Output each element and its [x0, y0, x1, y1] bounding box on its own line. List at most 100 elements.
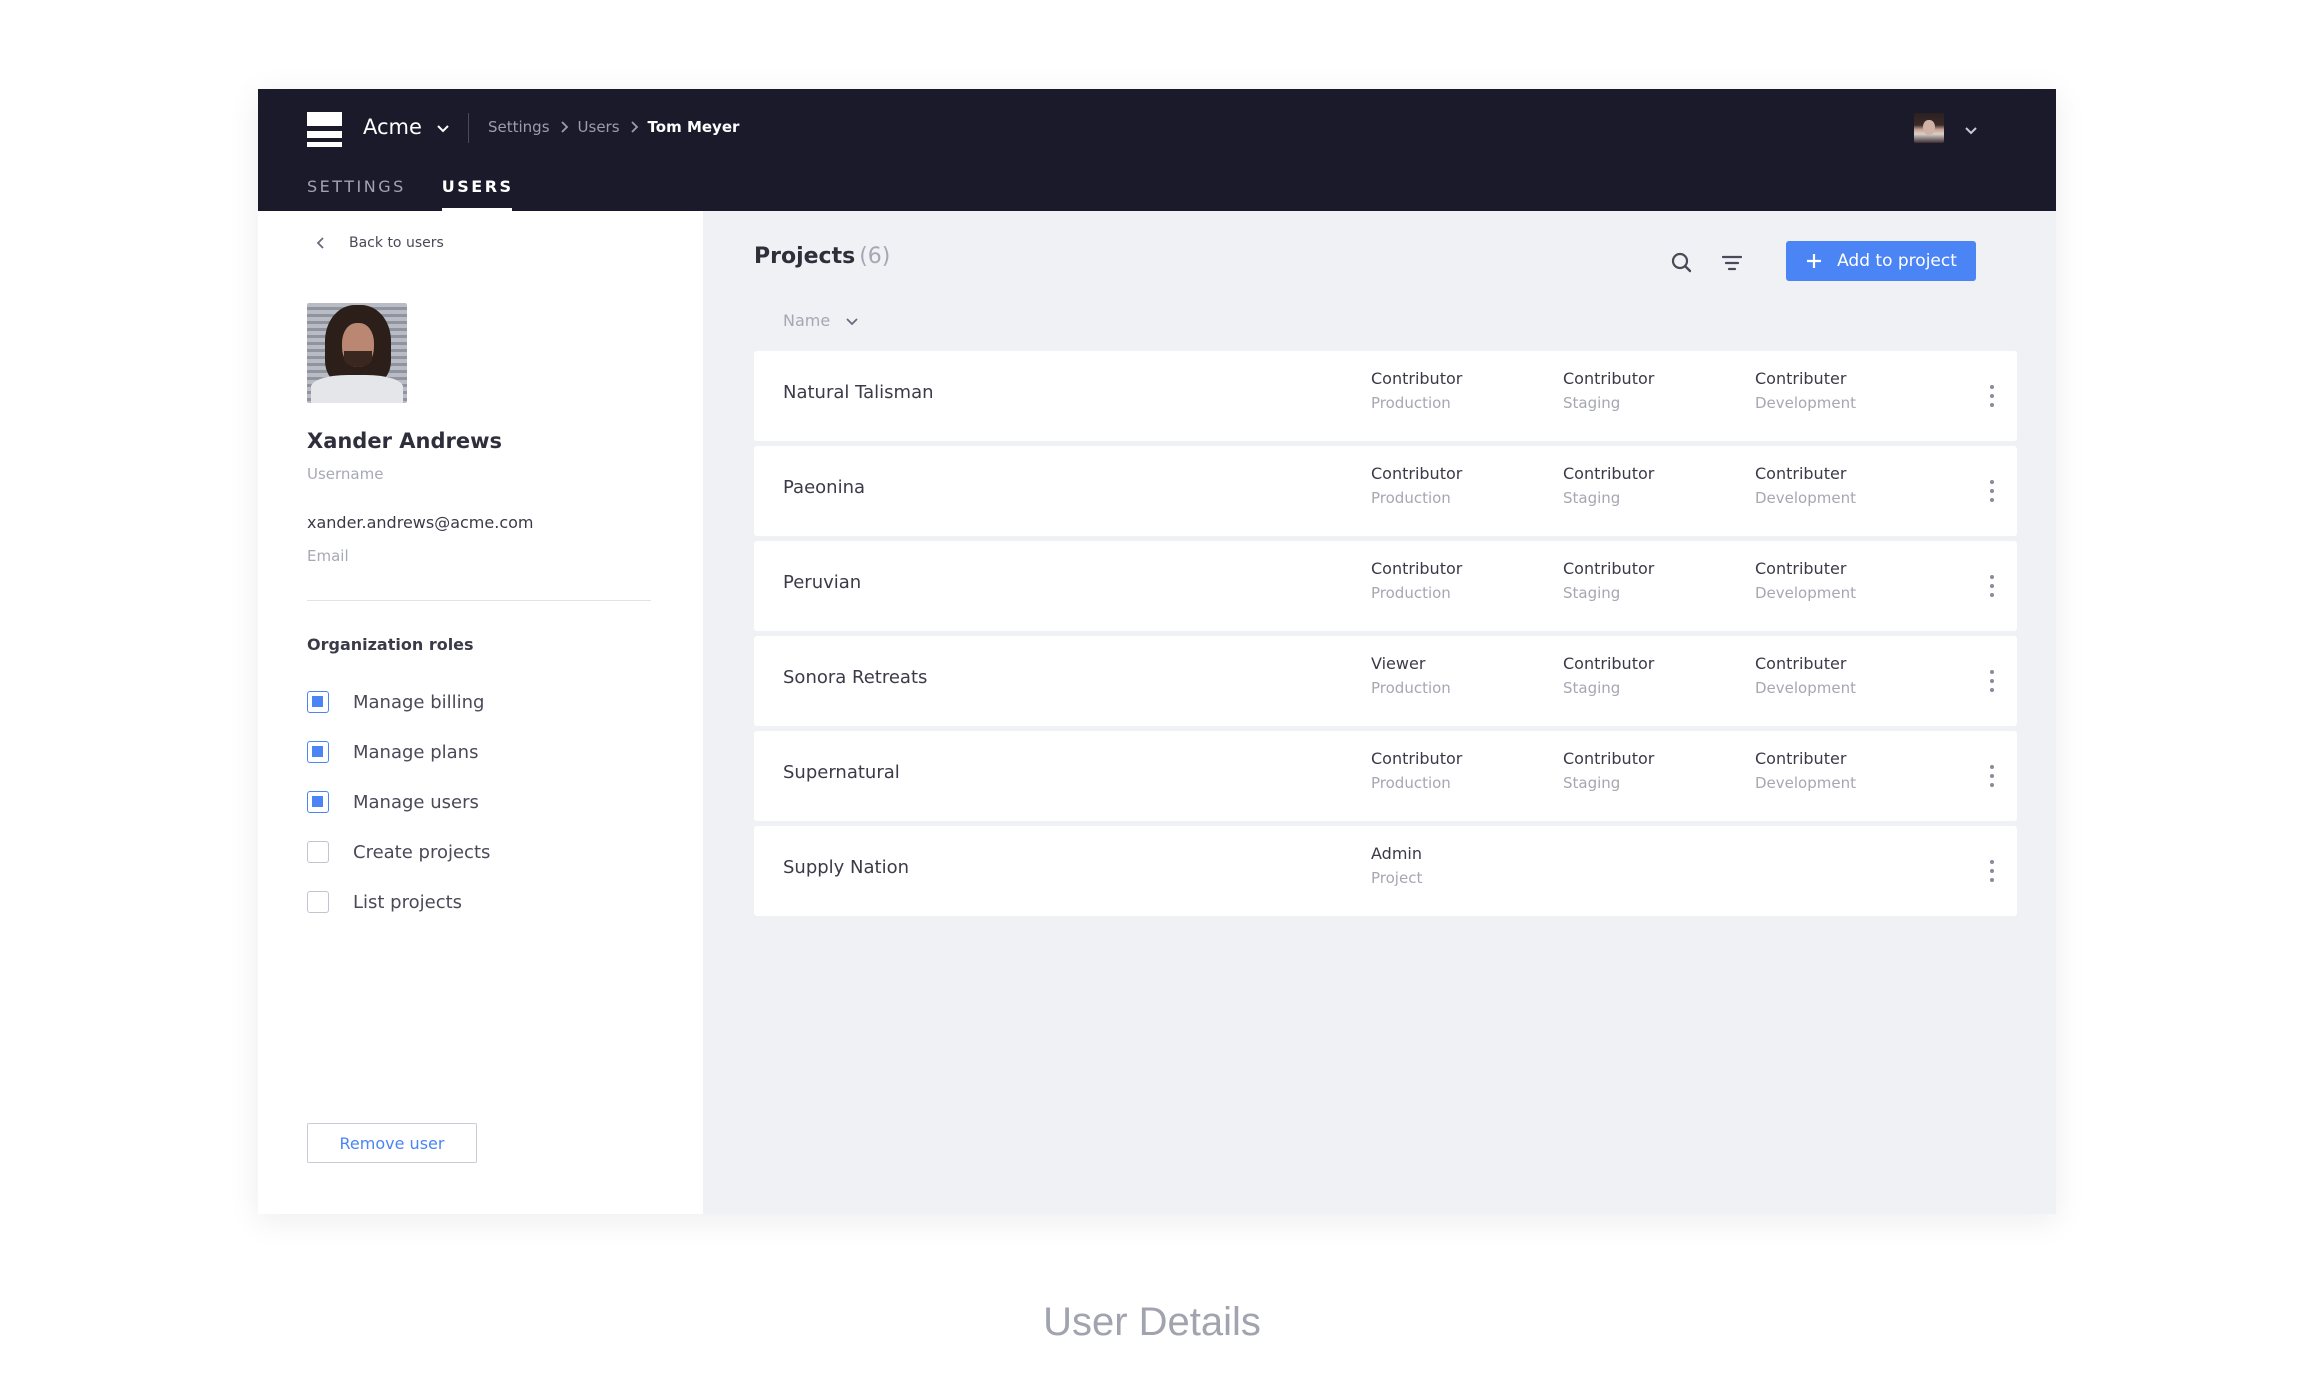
- role-env: Project: [1371, 869, 1423, 887]
- project-name[interactable]: Supply Nation: [783, 857, 909, 878]
- project-name[interactable]: Paeonina: [783, 477, 865, 498]
- project-row[interactable]: Supernatural Contributor Production Contr…: [754, 731, 2017, 821]
- project-name[interactable]: Supernatural: [783, 762, 900, 783]
- remove-user-button[interactable]: Remove user: [307, 1123, 477, 1163]
- role-env: Staging: [1563, 584, 1621, 602]
- role-development: Contributer Development: [1755, 749, 1856, 792]
- page-caption: User Details: [1043, 1300, 1261, 1344]
- role-label: Manage plans: [353, 741, 479, 763]
- role-development: Contributer Development: [1755, 654, 1856, 697]
- project-row[interactable]: Paeonina Contributor Production Contribut…: [754, 446, 2017, 536]
- chevron-down-icon[interactable]: [434, 119, 452, 137]
- role-name: Contributer: [1755, 369, 1847, 388]
- search-icon[interactable]: [1669, 250, 1695, 276]
- projects-count: (6): [859, 244, 891, 269]
- sort-by-name[interactable]: Name: [783, 311, 860, 330]
- add-to-project-label: Add to project: [1837, 251, 1957, 271]
- more-options-icon[interactable]: [1984, 857, 2000, 885]
- nav-tabs: SETTINGS USERS: [307, 177, 550, 211]
- role-env: Production: [1371, 394, 1451, 412]
- project-row[interactable]: Natural Talisman Contributor Production C…: [754, 351, 2017, 441]
- checkbox-checked[interactable]: [307, 691, 329, 713]
- role-name: Contributor: [1563, 654, 1655, 673]
- role-manage-billing[interactable]: Manage billing: [307, 677, 490, 727]
- checkbox-unchecked[interactable]: [307, 891, 329, 913]
- more-options-icon[interactable]: [1984, 477, 2000, 505]
- role-production: Contributor Production: [1371, 464, 1462, 507]
- app-window: Acme Settings Users Tom Meyer SETTINGS U…: [258, 89, 2056, 1214]
- filter-icon[interactable]: [1719, 250, 1745, 276]
- username-label: Username: [307, 465, 384, 483]
- role-env: Development: [1755, 679, 1856, 697]
- checkbox-checked[interactable]: [307, 741, 329, 763]
- role-label: Manage users: [353, 791, 479, 813]
- account-avatar[interactable]: [1914, 113, 1944, 143]
- roles-list: Manage billing Manage plans Manage users…: [307, 677, 490, 927]
- user-name: Xander Andrews: [307, 429, 502, 453]
- role-env: Staging: [1563, 679, 1621, 697]
- project-name[interactable]: Peruvian: [783, 572, 861, 593]
- more-options-icon[interactable]: [1984, 667, 2000, 695]
- role-list-projects[interactable]: List projects: [307, 877, 490, 927]
- role-name: Contributer: [1755, 464, 1847, 483]
- role-production: Contributor Production: [1371, 749, 1462, 792]
- role-name: Viewer: [1371, 654, 1426, 673]
- role-name: Contributor: [1563, 559, 1655, 578]
- role-label: Create projects: [353, 841, 491, 863]
- checkbox-checked[interactable]: [307, 791, 329, 813]
- role-env: Development: [1755, 774, 1856, 792]
- projects-list: Natural Talisman Contributor Production C…: [754, 351, 2017, 921]
- role-staging: Contributor Staging: [1563, 749, 1654, 792]
- more-options-icon[interactable]: [1984, 762, 2000, 790]
- back-to-users-link[interactable]: Back to users: [313, 235, 444, 251]
- chevron-right-icon: [560, 121, 568, 133]
- back-link-label: Back to users: [349, 235, 444, 251]
- role-env: Staging: [1563, 394, 1621, 412]
- more-options-icon[interactable]: [1984, 572, 2000, 600]
- role-name: Contributor: [1563, 464, 1655, 483]
- role-production: Viewer Production: [1371, 654, 1451, 697]
- breadcrumb-settings[interactable]: Settings: [488, 118, 550, 136]
- header-divider: [468, 113, 469, 143]
- chevron-left-icon: [316, 237, 324, 249]
- project-row[interactable]: Supply Nation Admin Project: [754, 826, 2017, 916]
- app-logo-icon[interactable]: [307, 112, 342, 147]
- role-name: Contributor: [1371, 749, 1463, 768]
- role-name: Contributor: [1371, 559, 1463, 578]
- breadcrumb-users[interactable]: Users: [578, 118, 620, 136]
- role-env: Staging: [1563, 774, 1621, 792]
- project-name[interactable]: Sonora Retreats: [783, 667, 927, 688]
- role-name: Contributor: [1563, 369, 1655, 388]
- org-name[interactable]: Acme: [363, 115, 422, 139]
- role-env: Production: [1371, 774, 1451, 792]
- role-name: Admin: [1371, 844, 1422, 863]
- project-name[interactable]: Natural Talisman: [783, 382, 934, 403]
- tab-settings[interactable]: SETTINGS: [307, 177, 406, 208]
- projects-section: Projects (6) Add to project Name Natural …: [703, 211, 2056, 1214]
- sort-label: Name: [783, 311, 831, 330]
- user-email: xander.andrews@acme.com: [307, 513, 534, 532]
- more-options-icon[interactable]: [1984, 382, 2000, 410]
- email-label: Email: [307, 547, 349, 565]
- profile-photo: [307, 303, 407, 403]
- top-bar: Acme Settings Users Tom Meyer SETTINGS U…: [258, 89, 2056, 211]
- role-manage-users[interactable]: Manage users: [307, 777, 490, 827]
- project-row[interactable]: Sonora Retreats Viewer Production Contrib…: [754, 636, 2017, 726]
- role-env: Development: [1755, 489, 1856, 507]
- user-details-panel: Back to users Xander Andrews Username xa…: [258, 211, 703, 1214]
- role-create-projects[interactable]: Create projects: [307, 827, 490, 877]
- tab-users[interactable]: USERS: [441, 177, 514, 211]
- role-staging: Contributor Staging: [1563, 654, 1654, 697]
- role-name: Contributer: [1755, 654, 1847, 673]
- checkbox-unchecked[interactable]: [307, 841, 329, 863]
- add-to-project-button[interactable]: Add to project: [1786, 241, 1976, 281]
- section-divider: [307, 600, 651, 601]
- organization-roles-title: Organization roles: [307, 635, 474, 654]
- role-label: Manage billing: [353, 691, 485, 713]
- role-manage-plans[interactable]: Manage plans: [307, 727, 490, 777]
- project-row[interactable]: Peruvian Contributor Production Contribut…: [754, 541, 2017, 631]
- chevron-down-icon[interactable]: [1963, 122, 1979, 138]
- plus-icon: [1807, 254, 1822, 268]
- role-name: Contributor: [1563, 749, 1655, 768]
- role-name: Contributor: [1371, 369, 1463, 388]
